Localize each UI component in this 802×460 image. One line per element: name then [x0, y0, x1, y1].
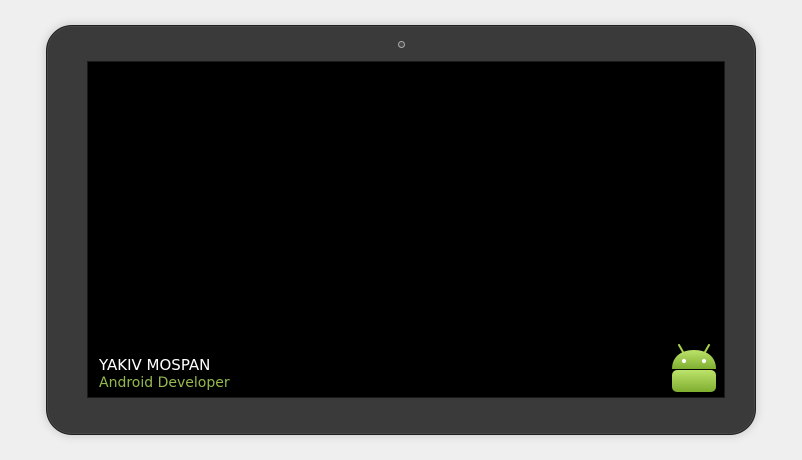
- tablet-screen: YAKIV MOSPAN Android Developer: [87, 61, 725, 398]
- camera-lens-icon: [398, 41, 405, 48]
- android-robot-icon: [668, 344, 720, 394]
- profile-name: YAKIV MOSPAN: [99, 356, 211, 374]
- tablet-frame: YAKIV MOSPAN Android Developer: [46, 25, 756, 435]
- profile-role: Android Developer: [99, 375, 230, 391]
